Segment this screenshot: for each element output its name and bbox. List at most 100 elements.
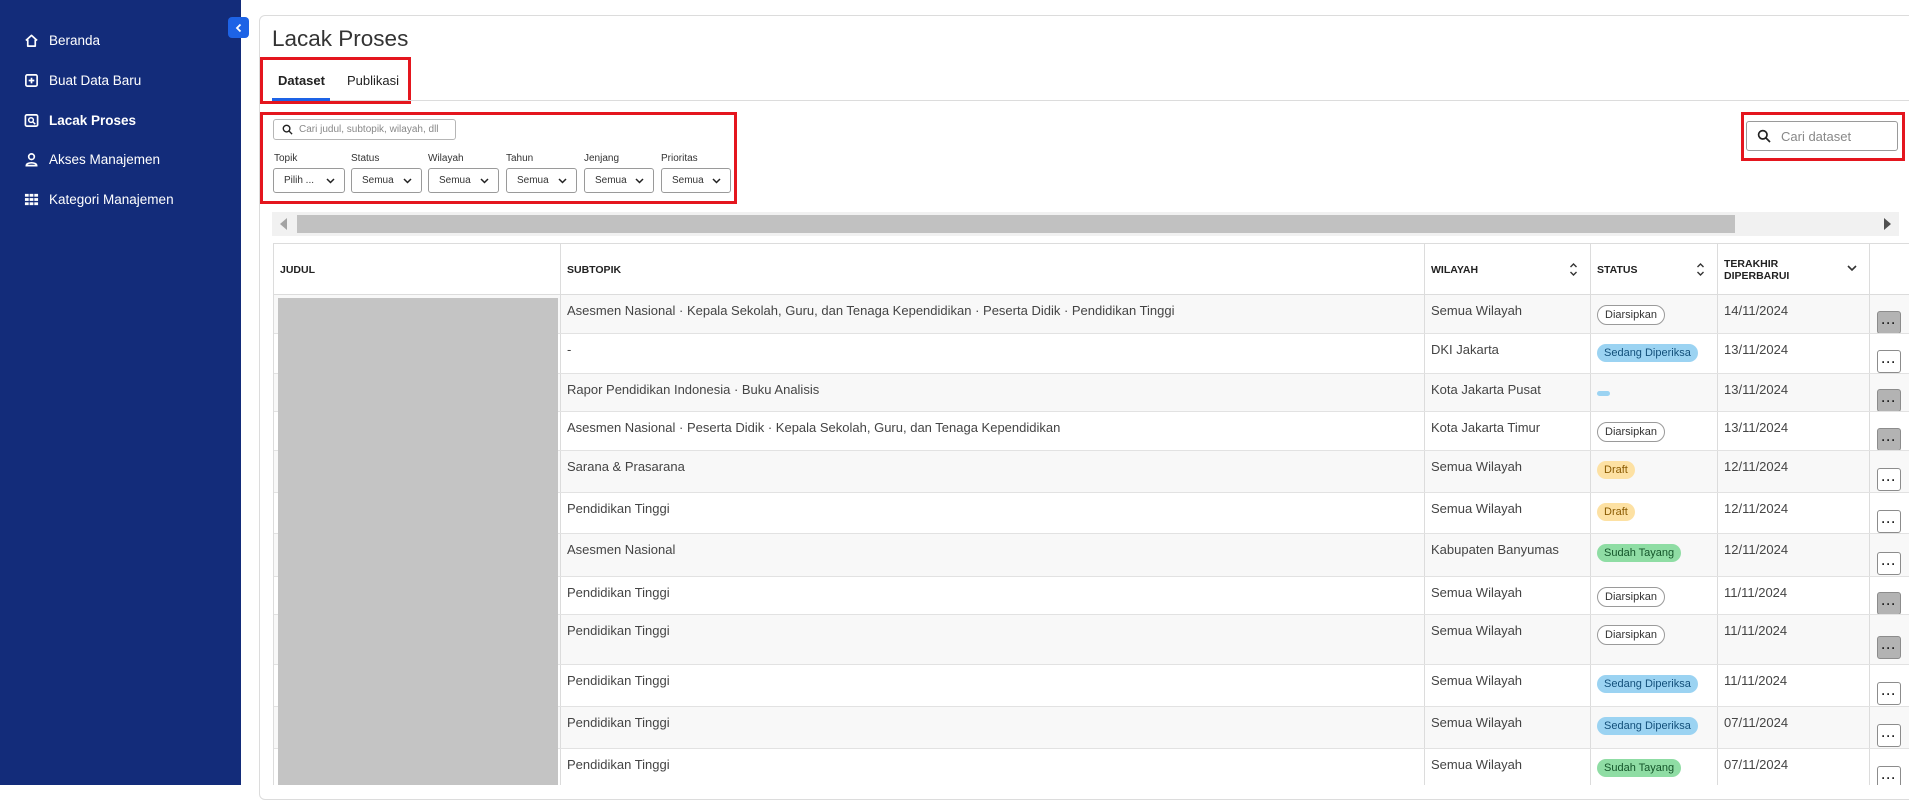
filter-select-wilayah[interactable]: Semua [428, 168, 499, 193]
filter-select-prioritas[interactable]: Semua [661, 168, 731, 193]
sidebar-item-label: Beranda [49, 32, 101, 48]
filter-search-input[interactable]: Cari judul, subtopik, wilayah, dll [273, 119, 456, 140]
date-text: 13/11/2024 [1724, 382, 1789, 397]
subtopik-text: Pendidikan Tinggi [567, 757, 670, 772]
scroll-right-arrow-icon[interactable] [1884, 218, 1891, 230]
subtopik-text: Pendidikan Tinggi [567, 673, 670, 688]
date-text: 12/11/2024 [1724, 459, 1789, 474]
sidebar-item-label: Kategori Manajemen [49, 191, 174, 207]
more-options-button[interactable]: ··· [1877, 389, 1901, 411]
filter-select-value: Pilih ... [284, 175, 315, 186]
more-options-button[interactable]: ··· [1877, 510, 1901, 533]
column-header-terakhir-diperbarui[interactable]: TERAKHIR DIPERBARUI [1718, 244, 1870, 295]
cell-subtopik: Pendidikan Tinggi [561, 577, 1425, 614]
subtopik-text: Asesmen Nasional · Peserta Didik · Kepal… [567, 420, 1061, 435]
subtopik-text: Asesmen Nasional · Kepala Sekolah, Guru,… [567, 303, 1175, 318]
sidebar-collapse-button[interactable] [228, 17, 249, 38]
status-badge: Sedang Diperiksa [1597, 675, 1698, 693]
subtopik-text: Pendidikan Tinggi [567, 715, 670, 730]
filter-select-status[interactable]: Semua [351, 168, 422, 193]
sort-icon[interactable] [1696, 262, 1705, 277]
more-options-button[interactable]: ··· [1877, 636, 1901, 659]
more-options-button[interactable]: ··· [1877, 592, 1901, 614]
filter-search-placeholder: Cari judul, subtopik, wilayah, dll [299, 124, 439, 135]
cell-status: Diarsipkan [1591, 412, 1718, 450]
user-icon [22, 150, 40, 168]
more-options-button[interactable]: ··· [1877, 428, 1901, 450]
date-text: 11/11/2024 [1724, 673, 1788, 688]
filter-select-tahun[interactable]: Semua [506, 168, 577, 193]
filter-select-value: Semua [517, 175, 549, 186]
date-text: 14/11/2024 [1724, 303, 1789, 318]
date-text: 11/11/2024 [1724, 585, 1788, 600]
sidebar-item-akses-manajemen[interactable]: Akses Manajemen [22, 148, 160, 170]
scroll-left-arrow-icon[interactable] [280, 218, 287, 230]
column-header-status[interactable]: STATUS [1591, 244, 1718, 295]
chevron-down-icon[interactable] [1847, 265, 1857, 272]
tab-dataset[interactable]: Dataset [278, 73, 325, 88]
scrollbar-thumb[interactable] [297, 215, 1735, 233]
filter-label-topik: Topik [274, 153, 298, 164]
filter-select-jenjang[interactable]: Semua [584, 168, 654, 193]
status-badge: Sedang Diperiksa [1597, 717, 1698, 735]
subtopik-text: Pendidikan Tinggi [567, 585, 670, 600]
dataset-search-input[interactable]: Cari dataset [1746, 121, 1898, 151]
cell-subtopik: Pendidikan Tinggi [561, 493, 1425, 533]
sidebar-item-buat-data-baru[interactable]: Buat Data Baru [22, 69, 141, 91]
cell-status [1591, 374, 1718, 411]
subtopik-text: Asesmen Nasional [567, 542, 676, 557]
cell-wilayah: Kota Jakarta Pusat [1425, 374, 1591, 411]
judul-redacted-image [278, 298, 558, 785]
cell-status: Sedang Diperiksa [1591, 334, 1718, 373]
more-options-button[interactable]: ··· [1877, 552, 1901, 575]
tab-publikasi[interactable]: Publikasi [347, 73, 399, 88]
sidebar-item-kategori-manajemen[interactable]: Kategori Manajemen [22, 188, 174, 210]
tabs-divider [272, 100, 1909, 101]
status-badge: Diarsipkan [1597, 305, 1665, 325]
ellipsis-icon: ··· [1881, 393, 1897, 408]
sort-icon[interactable] [1569, 262, 1578, 277]
grid-icon [22, 190, 40, 208]
status-badge: Sudah Tayang [1597, 759, 1682, 777]
more-options-button[interactable]: ··· [1877, 724, 1901, 747]
sidebar-item-lacak-proses[interactable]: Lacak Proses [22, 109, 136, 131]
wilayah-text: Semua Wilayah [1431, 757, 1523, 772]
filter-label-wilayah: Wilayah [428, 153, 464, 164]
chevron-down-icon [635, 177, 644, 184]
status-badge: Draft [1597, 503, 1635, 521]
more-options-button[interactable]: ··· [1877, 311, 1901, 333]
cell-actions: ··· [1870, 412, 1909, 450]
ellipsis-icon: ··· [1881, 770, 1897, 785]
column-header-judul: JUDUL [274, 244, 561, 295]
date-text: 11/11/2024 [1724, 623, 1788, 638]
filter-select-value: Semua [595, 175, 627, 186]
more-options-button[interactable]: ··· [1877, 350, 1901, 373]
cell-terakhir-diperbarui: 13/11/2024 [1718, 334, 1870, 373]
ellipsis-icon: ··· [1881, 686, 1897, 701]
chevron-down-icon [712, 177, 721, 184]
horizontal-scrollbar[interactable] [272, 212, 1899, 236]
wilayah-text: Kabupaten Banyumas [1431, 542, 1559, 557]
cell-terakhir-diperbarui: 12/11/2024 [1718, 493, 1870, 533]
cell-wilayah: Kabupaten Banyumas [1425, 534, 1591, 576]
cell-actions: ··· [1870, 749, 1909, 785]
ellipsis-icon: ··· [1881, 354, 1897, 369]
cell-subtopik: Rapor Pendidikan Indonesia · Buku Analis… [561, 374, 1425, 411]
cell-subtopik: Pendidikan Tinggi [561, 615, 1425, 664]
cell-wilayah: Kota Jakarta Timur [1425, 412, 1591, 450]
sidebar-item-beranda[interactable]: Beranda [22, 29, 100, 51]
cell-actions: ··· [1870, 577, 1909, 614]
more-options-button[interactable]: ··· [1877, 766, 1901, 785]
cell-terakhir-diperbarui: 11/11/2024 [1718, 577, 1870, 614]
column-header-wilayah[interactable]: WILAYAH [1425, 244, 1591, 295]
cell-wilayah: DKI Jakarta [1425, 334, 1591, 373]
ellipsis-icon: ··· [1881, 432, 1897, 447]
filter-select-topik[interactable]: Pilih ... [273, 168, 345, 193]
more-options-button[interactable]: ··· [1877, 682, 1901, 705]
more-options-button[interactable]: ··· [1877, 468, 1901, 491]
dataset-table: JUDUL SUBTOPIK WILAYAH STATUS TERAKHIR D… [273, 243, 1909, 785]
cell-actions: ··· [1870, 615, 1909, 664]
cell-terakhir-diperbarui: 14/11/2024 [1718, 295, 1870, 333]
wilayah-text: Semua Wilayah [1431, 585, 1523, 600]
cell-actions: ··· [1870, 451, 1909, 492]
